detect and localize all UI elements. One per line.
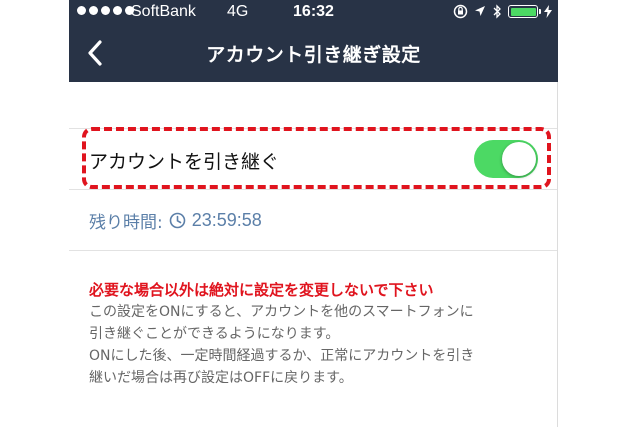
location-arrow-icon [475,6,485,16]
description-line-1: この設定をONにすると、アカウントを他のスマートフォンに [89,304,474,320]
remaining-label: 残り時間: [89,213,163,233]
top-bar: SoftBank 4G 16:32 アカウント引き継ぎ設定 [69,0,558,82]
description-line-4: 継いだ場合は再び設定はOFFに戻ります。 [89,370,353,386]
section-spacer [69,82,558,128]
status-bar: SoftBank 4G 16:32 [69,0,558,26]
bluetooth-icon [493,4,501,19]
page-title: アカウント引き継ぎ設定 [206,44,421,66]
transfer-account-row[interactable]: アカウントを引き継ぐ [69,129,558,189]
notes-section: 必要な場合以外は絶対に設定を変更しないで下さい この設定をONにすると、アカウン… [89,279,549,389]
remaining-time-value: 23:59:58 [191,210,262,230]
row-divider-bottom [69,189,558,190]
transfer-account-label: アカウントを引き継ぐ [89,151,280,173]
battery-icon [508,5,541,18]
description-line-2: 引き継ぐことができるようになります。 [89,326,340,342]
transfer-account-toggle[interactable] [474,140,538,178]
warning-text: 必要な場合以外は絶対に設定を変更しないで下さい [89,281,434,299]
section-divider [69,250,558,251]
description-line-3: ONにした後、一定時間経過するか、正常にアカウントを引き [89,348,475,364]
screen-edge [557,82,558,427]
rotation-lock-icon [453,4,468,19]
clock-icon [169,212,186,229]
status-icons [453,4,552,19]
remaining-time: 残り時間: 23:59:58 [89,208,262,233]
phone-screen: SoftBank 4G 16:32 アカウント引き継ぎ設定 アカウントを引き継ぐ… [69,0,558,427]
charging-bolt-icon [544,5,552,18]
toggle-knob [502,142,536,176]
